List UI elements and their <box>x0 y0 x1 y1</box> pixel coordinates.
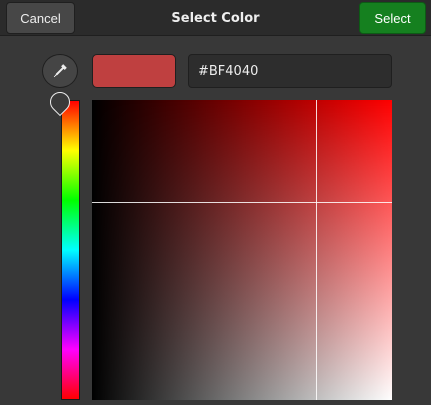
hex-color-input[interactable] <box>188 54 392 88</box>
hue-slider[interactable] <box>61 100 80 400</box>
current-color-swatch <box>92 54 176 88</box>
eyedropper-icon <box>53 64 67 78</box>
color-chooser-dialog: Cancel Select Color Select <box>0 0 431 405</box>
select-button[interactable]: Select <box>359 2 426 34</box>
crosshair-vertical <box>316 100 317 400</box>
saturation-value-plane[interactable] <box>92 100 392 400</box>
cancel-button[interactable]: Cancel <box>6 2 75 34</box>
crosshair-horizontal <box>92 202 392 203</box>
eyedropper-button[interactable] <box>42 54 78 88</box>
